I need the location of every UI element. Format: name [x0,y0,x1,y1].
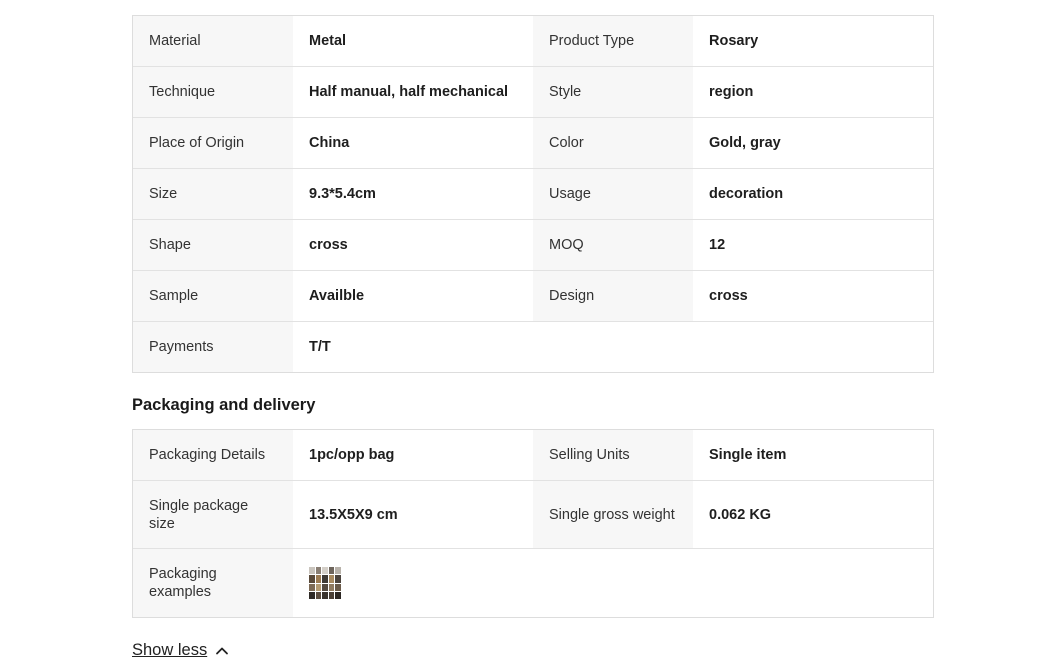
table-row: Payments T/T [133,321,933,372]
packaging-image-cell [293,549,533,617]
section-title-packaging: Packaging and delivery [132,396,316,414]
attr-value: Metal [293,16,533,66]
packaging-value: 13.5X5X9 cm [293,481,533,548]
attr-label: MOQ [533,220,693,270]
packaging-label: Packaging examples [133,549,293,617]
empty-cell [533,322,693,372]
attr-label: Sample [133,271,293,321]
attr-value: China [293,118,533,168]
attr-value: 12 [693,220,933,270]
table-row: Material Metal Product Type Rosary [133,16,933,66]
attr-value: 9.3*5.4cm [293,169,533,219]
table-row: Packaging examples [133,548,933,617]
attr-label: Size [133,169,293,219]
attr-label: Place of Origin [133,118,293,168]
attr-value: region [693,67,933,117]
table-row: Packaging Details 1pc/opp bag Selling Un… [133,430,933,480]
attr-value: Rosary [693,16,933,66]
table-row: Place of Origin China Color Gold, gray [133,117,933,168]
attr-value: cross [293,220,533,270]
packaging-value: 0.062 KG [693,481,933,548]
attr-value: cross [693,271,933,321]
chevron-up-icon [215,643,229,657]
attr-value: Availble [293,271,533,321]
attr-value: T/T [293,322,533,372]
attr-label: Product Type [533,16,693,66]
packaging-thumbnail[interactable] [309,567,341,599]
packaging-label: Packaging Details [133,430,293,480]
packaging-label: Single package size [133,481,293,548]
empty-cell [533,549,693,617]
attr-label: Design [533,271,693,321]
attr-label: Color [533,118,693,168]
packaging-label: Selling Units [533,430,693,480]
table-row: Sample Availble Design cross [133,270,933,321]
empty-cell [693,549,933,617]
attr-value: decoration [693,169,933,219]
attr-value: Gold, gray [693,118,933,168]
table-row: Shape cross MOQ 12 [133,219,933,270]
packaging-value: Single item [693,430,933,480]
attr-label: Material [133,16,293,66]
show-less-label: Show less [132,641,208,659]
attr-label: Payments [133,322,293,372]
table-row: Technique Half manual, half mechanical S… [133,66,933,117]
table-row: Size 9.3*5.4cm Usage decoration [133,168,933,219]
attr-value: Half manual, half mechanical [293,67,533,117]
table-row: Single package size 13.5X5X9 cm Single g… [133,480,933,548]
packaging-value: 1pc/opp bag [293,430,533,480]
attr-label: Style [533,67,693,117]
packaging-label: Single gross weight [533,481,693,548]
attr-label: Shape [133,220,293,270]
empty-cell [693,322,933,372]
attr-label: Technique [133,67,293,117]
packaging-table: Packaging Details 1pc/opp bag Selling Un… [132,429,934,618]
attributes-table: Material Metal Product Type Rosary Techn… [132,15,934,373]
attr-label: Usage [533,169,693,219]
show-less-button[interactable]: Show less [132,640,229,660]
